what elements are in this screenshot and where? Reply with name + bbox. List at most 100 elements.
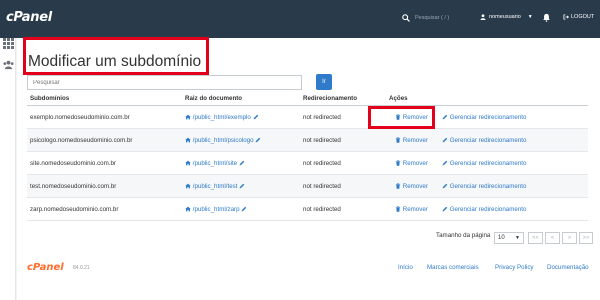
pencil-icon: [442, 137, 448, 143]
last-page-button[interactable]: >>: [579, 232, 593, 244]
footer-link-docs[interactable]: Documentação: [547, 264, 589, 271]
trash-icon: [395, 206, 401, 212]
chevron-down-icon: ▼: [527, 14, 533, 20]
remove-label: Remover: [402, 206, 428, 213]
page-size-select[interactable]: 10 ▼: [494, 232, 524, 244]
first-page-button[interactable]: <<: [528, 232, 543, 244]
page-title: Modificar um subdomínio: [28, 53, 202, 70]
subdomain-name: zarp.nomedoseudominio.com.br: [30, 206, 119, 213]
manage-redirect-label: Gerenciar redirecionamento: [449, 206, 527, 213]
docroot-path: /public_html/psicologo: [192, 137, 254, 144]
remove-highlight: [368, 106, 435, 129]
remove-button[interactable]: Remover: [395, 183, 428, 190]
grid-icon[interactable]: [3, 38, 14, 49]
manage-redirect-button[interactable]: Gerenciar redirecionamento: [442, 114, 526, 121]
docroot-path: /public_html/test: [192, 183, 238, 190]
prev-page-button[interactable]: <: [545, 232, 560, 244]
cpanel-logo-text: cPanel: [6, 10, 52, 25]
home-icon: [185, 206, 191, 212]
search-icon: [402, 14, 410, 22]
table-row: zarp.nomedoseudominio.com.br /public_htm…: [27, 198, 588, 221]
pencil-icon: [239, 183, 245, 189]
footer-link-home[interactable]: Início: [398, 264, 413, 271]
remove-label: Remover: [402, 160, 428, 167]
manage-redirect-button[interactable]: Gerenciar redirecionamento: [442, 137, 526, 144]
left-rail: [0, 38, 16, 300]
subdomain-name: psicologo.nomedoseudominio.com.br: [30, 137, 133, 144]
username: nomeusuario: [489, 14, 521, 20]
subdomain-name: exemplo.nomedoseudominio.com.br: [30, 114, 130, 121]
redirect-status: not redirected: [303, 114, 341, 121]
subdomain-search-input[interactable]: [27, 75, 302, 90]
pencil-icon: [253, 114, 258, 120]
docroot-link[interactable]: /public_html/psicologo: [185, 137, 261, 144]
page-size-value: 10: [498, 235, 505, 241]
manage-redirect-button[interactable]: Gerenciar redirecionamento: [442, 183, 526, 190]
manage-redirect-button[interactable]: Gerenciar redirecionamento: [442, 206, 526, 213]
redirect-status: not redirected: [303, 160, 341, 167]
pencil-icon: [255, 137, 261, 143]
subdomain-name: test.nomedoseudominio.com.br: [30, 183, 117, 190]
column-header-actions: Ações: [389, 95, 408, 102]
docroot-link[interactable]: /public_html/site: [185, 160, 245, 167]
footer-logo[interactable]: cPanel: [27, 262, 64, 273]
docroot-link[interactable]: /public_html/exemplo: [185, 114, 259, 121]
pencil-icon: [241, 206, 247, 212]
redirect-status: not redirected: [303, 183, 341, 190]
column-header-docroot[interactable]: Raiz do documento: [185, 95, 242, 102]
remove-button[interactable]: Remover: [395, 206, 428, 213]
table-row: site.nomedoseudominio.com.br /public_htm…: [27, 152, 588, 175]
home-icon: [185, 160, 191, 166]
cpanel-window: cPanel Pesquisar ( / ) nomeusuario ▼ LOG…: [0, 0, 600, 300]
top-bar: cPanel Pesquisar ( / ) nomeusuario ▼ LOG…: [0, 0, 600, 38]
trash-icon: [395, 160, 401, 166]
trash-icon: [395, 183, 401, 189]
footer-link-privacy[interactable]: Privacy Policy: [495, 264, 534, 271]
home-icon: [185, 183, 191, 189]
global-search-placeholder: Pesquisar ( / ): [415, 15, 450, 21]
remove-label: Remover: [402, 137, 428, 144]
pencil-icon: [442, 206, 448, 212]
manage-redirect-button[interactable]: Gerenciar redirecionamento: [442, 160, 526, 167]
redirect-status: not redirected: [303, 137, 341, 144]
pencil-icon: [239, 160, 245, 166]
column-header-redirect: Redirecionamento: [303, 95, 357, 102]
logout-button[interactable]: LOGOUT: [563, 14, 594, 20]
trash-icon: [395, 137, 401, 143]
manage-redirect-label: Gerenciar redirecionamento: [449, 160, 527, 167]
docroot-path: /public_html/site: [192, 160, 238, 167]
home-icon: [185, 137, 191, 143]
pencil-icon: [442, 183, 448, 189]
docroot-link[interactable]: /public_html/test: [185, 183, 245, 190]
logout-label: LOGOUT: [571, 14, 595, 20]
pencil-icon: [442, 114, 448, 120]
remove-label: Remover: [402, 183, 428, 190]
page-size-label: Tamanho da página: [436, 232, 491, 239]
user-icon: [480, 14, 486, 20]
redirect-status: not redirected: [303, 206, 341, 213]
manage-redirect-label: Gerenciar redirecionamento: [449, 114, 527, 121]
docroot-path: /public_html/exemplo: [192, 114, 251, 121]
table-row: exemplo.nomedoseudominio.com.br /public_…: [27, 106, 588, 129]
go-button[interactable]: Ir: [316, 74, 332, 90]
docroot-link[interactable]: /public_html/zarp: [185, 206, 247, 213]
docroot-path: /public_html/zarp: [192, 206, 240, 213]
footer-version: 84.0.21: [73, 265, 90, 271]
users-icon[interactable]: [3, 59, 14, 70]
remove-button[interactable]: Remover: [395, 160, 428, 167]
footer-link-trademarks[interactable]: Marcas comerciais: [427, 264, 479, 271]
pencil-icon: [442, 160, 448, 166]
table-row: test.nomedoseudominio.com.br /public_htm…: [27, 175, 588, 198]
next-page-button[interactable]: >: [562, 232, 577, 244]
chevron-down-icon: ▼: [515, 235, 520, 241]
global-search[interactable]: Pesquisar ( / ): [402, 14, 449, 22]
column-header-subdomains[interactable]: Subdomínios: [30, 95, 69, 102]
bell-icon[interactable]: [542, 13, 551, 22]
home-icon: [185, 114, 191, 120]
logout-icon: [563, 14, 569, 20]
cpanel-logo[interactable]: cPanel: [6, 10, 52, 25]
user-menu[interactable]: nomeusuario ▼: [480, 14, 533, 20]
manage-redirect-label: Gerenciar redirecionamento: [449, 183, 527, 190]
remove-button[interactable]: Remover: [395, 137, 428, 144]
table-row: psicologo.nomedoseudominio.com.br /publi…: [27, 129, 588, 152]
